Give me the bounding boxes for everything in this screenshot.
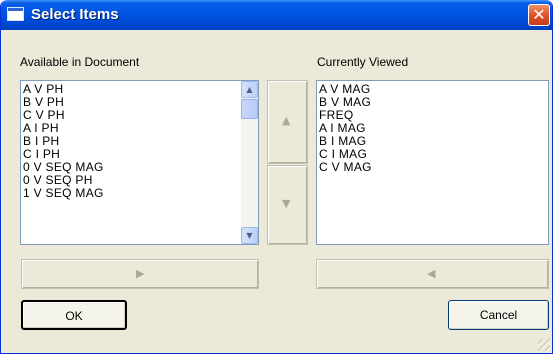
available-list-item[interactable]: 1 V SEQ MAG <box>23 187 104 200</box>
current-listbox[interactable]: A V MAG B V MAG FREQ A I MAG B I MAG C I MAG C… <box>316 80 549 245</box>
available-label: Available in Document <box>20 55 140 69</box>
current-items: A V MAG B V MAG FREQ A I MAG B I MAG C I MAG C… <box>319 83 372 174</box>
available-items: A V PH B V PH C V PH A I PH B I PH C I PH 0 V … <box>23 83 104 200</box>
current-list-item[interactable]: C V MAG <box>319 161 372 174</box>
resize-grip[interactable] <box>538 339 550 351</box>
triangle-down-icon: ▼ <box>282 197 291 210</box>
chevron-down-icon: ▼ <box>246 231 253 240</box>
move-down-button[interactable]: ▼ <box>267 165 308 245</box>
ok-button[interactable]: OK <box>21 300 127 330</box>
triangle-right-icon: ▶ <box>136 267 145 280</box>
available-listbox[interactable]: A V PH B V PH C V PH A I PH B I PH C I PH 0 V … <box>20 80 259 245</box>
chevron-up-icon: ▲ <box>246 85 253 94</box>
title-bar[interactable]: Select Items ✕ <box>1 0 552 30</box>
triangle-left-icon: ◀ <box>427 267 436 280</box>
move-up-button[interactable]: ▲ <box>267 80 308 164</box>
scroll-down-button[interactable]: ▼ <box>241 227 258 244</box>
window-title: Select Items <box>31 6 119 23</box>
cancel-button[interactable]: Cancel <box>448 300 549 330</box>
close-button[interactable]: ✕ <box>528 4 550 26</box>
select-items-dialog: Select Items ✕ Available in Document A V… <box>0 0 553 354</box>
current-label: Currently Viewed <box>317 55 409 69</box>
available-scrollbar[interactable]: ▲ ▼ <box>241 81 258 244</box>
window-icon <box>7 7 24 21</box>
remove-button[interactable]: ◀ <box>316 259 549 289</box>
triangle-up-icon: ▲ <box>282 114 291 127</box>
scroll-up-button[interactable]: ▲ <box>241 81 258 98</box>
scroll-thumb[interactable] <box>241 99 258 119</box>
add-button[interactable]: ▶ <box>21 259 259 289</box>
